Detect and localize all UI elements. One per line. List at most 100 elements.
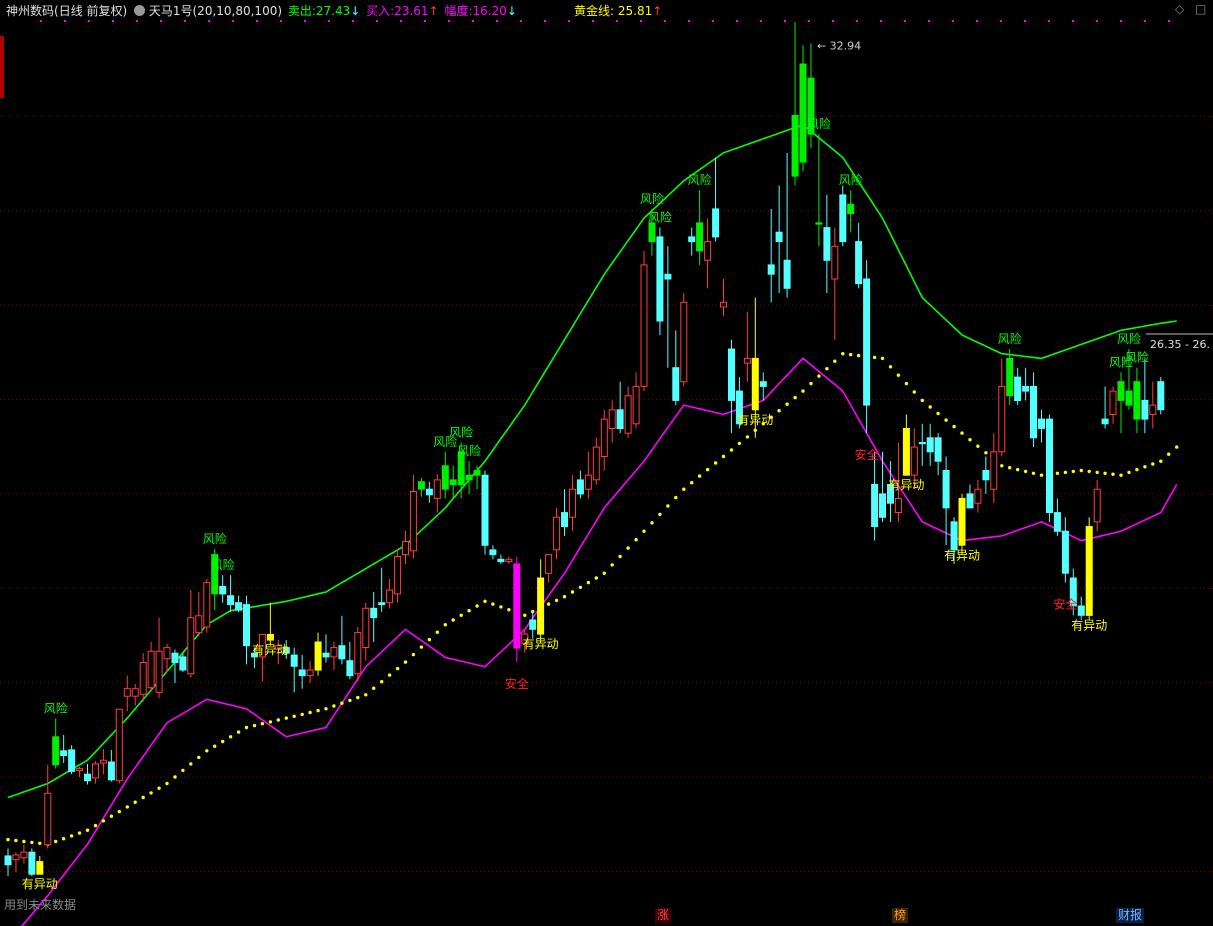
gold-line-dot — [308, 710, 312, 715]
top-dot — [160, 20, 162, 22]
chart-header: 神州数码(日线 前复权) 天马1号(20,10,80,100) 卖出:27.43… — [6, 3, 517, 19]
top-dot — [592, 20, 594, 22]
gold-line-dot — [380, 680, 384, 684]
gold-line-dot — [483, 599, 487, 603]
gold-line-dot — [920, 398, 924, 403]
gold-line-dot — [30, 840, 34, 845]
candle-body — [425, 488, 433, 496]
candle-body — [823, 227, 831, 261]
gold-line-dot — [340, 701, 344, 705]
signal-label-risk: 风险 — [449, 425, 473, 440]
top-dot — [928, 20, 930, 22]
gold-line-dot — [1087, 469, 1091, 474]
gold-line-dot — [1079, 468, 1084, 473]
chart-period[interactable]: (日线 前复权) — [54, 4, 127, 18]
candle-body — [839, 194, 847, 243]
gold-line-dot — [348, 698, 352, 703]
candle-body — [783, 259, 791, 289]
gold-line-dot — [777, 409, 781, 413]
gold-line-dot — [443, 623, 447, 627]
gold-line-dot — [554, 598, 559, 603]
gold-line-dot — [682, 487, 686, 491]
candle-body — [815, 222, 823, 225]
gold-label: 黄金线: — [574, 4, 615, 18]
gold-line-dot — [61, 837, 66, 841]
gold-line-dot — [634, 538, 638, 542]
buy-label: 买入: — [366, 4, 395, 18]
candle-body — [632, 385, 640, 425]
diamond-icon[interactable]: ◇ — [1175, 2, 1184, 16]
gold-line-dot — [705, 467, 710, 472]
gold-line-readout: 黄金线: 25.81↑ — [574, 3, 662, 19]
event-marker-earnings[interactable]: 财报 — [1116, 908, 1145, 923]
candle-body — [44, 792, 52, 846]
gold-line-dot — [38, 841, 42, 845]
top-dot — [496, 20, 498, 22]
candle-body — [1149, 404, 1157, 415]
gold-line-dot — [189, 762, 193, 766]
signal-label-alert: 有异动 — [22, 877, 58, 891]
indicator-params: (20,10,80,100) — [192, 4, 283, 18]
gold-line-dot — [1031, 471, 1036, 475]
indicator-toggle-icon[interactable] — [134, 5, 146, 16]
candle-body — [417, 481, 425, 490]
candle-body — [497, 558, 505, 563]
signal-label-alert: 有异动 — [1071, 618, 1107, 632]
price-tag-label: 26.35 - 26. — [1150, 338, 1210, 351]
gold-line-dot — [1175, 445, 1179, 449]
candle-body — [187, 617, 195, 675]
top-dot — [976, 20, 978, 22]
candle-body — [863, 278, 871, 406]
top-dot — [616, 20, 618, 22]
gold-line-dot — [809, 381, 813, 386]
gold-line-dot — [372, 686, 376, 690]
window-icon[interactable]: □ — [1195, 2, 1206, 16]
candle-body — [759, 381, 767, 387]
candle-body — [1133, 381, 1141, 420]
candle-body — [720, 301, 727, 308]
top-dot — [568, 20, 570, 22]
candle-body — [107, 761, 115, 781]
gold-line-dot — [181, 768, 185, 773]
gold-line-dot — [801, 389, 805, 393]
candle-body — [553, 516, 561, 551]
sell-label: 卖出: — [287, 4, 316, 18]
gold-line-dot — [77, 831, 82, 835]
candle-body — [179, 656, 187, 671]
gold-line-dot — [387, 673, 392, 677]
candle-body — [155, 650, 163, 693]
gold-line-dot — [697, 474, 702, 478]
gold-line-dot — [252, 723, 257, 728]
signal-label-risk: 风险 — [688, 172, 712, 187]
candle-body — [950, 521, 958, 551]
stock-name[interactable]: 神州数码 — [6, 4, 54, 18]
indicator-name[interactable]: 天马1号 — [149, 4, 193, 18]
gold-line-dot — [1143, 465, 1147, 469]
up-arrow-icon: ↑ — [652, 4, 663, 18]
candle-body — [28, 851, 36, 875]
gold-line-dot — [411, 652, 416, 657]
candle-body — [1030, 385, 1037, 439]
candle-body — [346, 660, 354, 677]
candle-body — [894, 498, 902, 513]
candlestick-chart[interactable]: 有异动风险风险风险有异动风险风险风险安全有异动风险风险风险有异动风险风险安全有异… — [0, 0, 1213, 926]
event-marker-ranking[interactable]: 榜 — [892, 908, 909, 923]
gold-line-dot — [427, 637, 432, 642]
gold-line-dot — [85, 828, 90, 832]
event-marker-rise[interactable]: 涨 — [655, 908, 672, 923]
gold-line-dot — [228, 735, 233, 739]
gold-line-dot — [1127, 470, 1131, 475]
candle-body — [1117, 381, 1125, 401]
top-dot — [880, 20, 882, 22]
signal-label-risk: 风险 — [44, 701, 68, 716]
gold-line-dot — [721, 454, 726, 459]
top-dot — [304, 20, 306, 22]
signal-label-risk: 风险 — [807, 116, 831, 131]
gold-line-dot — [976, 444, 980, 448]
top-dot — [1072, 20, 1074, 22]
gold-line-dot — [133, 800, 137, 804]
range-label: 幅度: — [444, 4, 473, 18]
range-value: 16.20 — [472, 4, 507, 18]
candle-body — [616, 409, 624, 429]
candle-body — [481, 474, 489, 546]
